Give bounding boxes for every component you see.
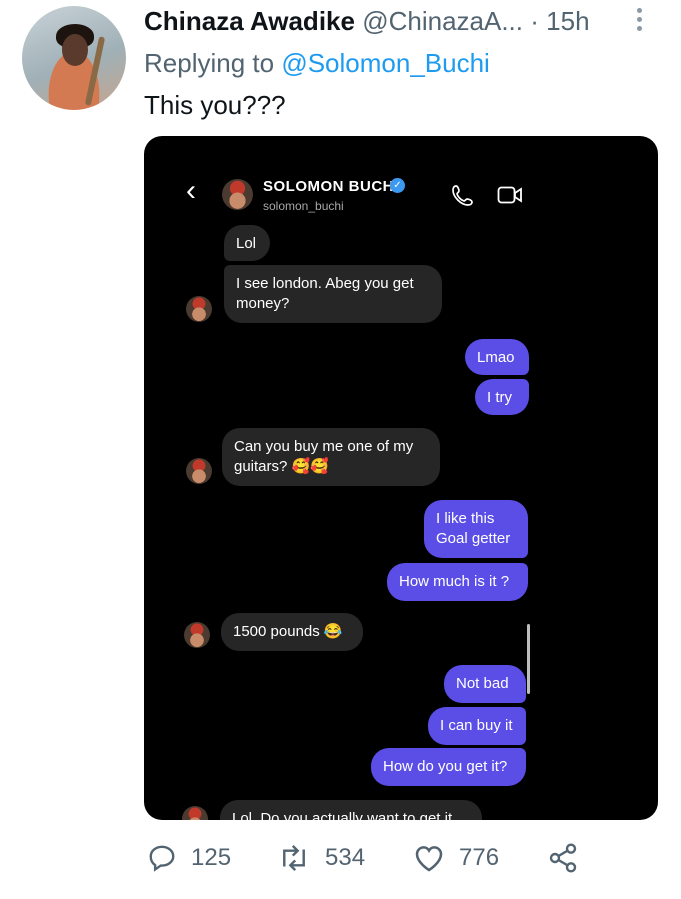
chat-message-in: Lol. Do you actually want to get it <box>220 800 482 820</box>
like-button[interactable]: 776 <box>413 838 499 878</box>
chat-scrollbar[interactable] <box>527 624 530 694</box>
chat-message-out: How do you get it? <box>371 748 526 786</box>
back-chevron-icon: ‹ <box>186 174 196 207</box>
message-sender-avatar <box>182 806 208 820</box>
chat-message-out: How much is it ? <box>387 563 528 601</box>
chat-message-out: Not bad <box>444 665 526 703</box>
message-sender-avatar <box>186 458 212 484</box>
chat-contact-avatar <box>222 179 253 210</box>
like-icon <box>415 846 443 872</box>
retweet-icon <box>283 844 305 872</box>
chat-message-in: Lol <box>224 225 270 261</box>
like-count: 776 <box>459 844 500 871</box>
chat-contact-name: SOLOMON BUCHI <box>263 178 399 195</box>
reply-count: 125 <box>191 844 232 871</box>
chat-message-in: I see london. Abeg you get money? <box>224 265 442 323</box>
separator-dot: · <box>530 6 539 36</box>
reply-button[interactable]: 125 <box>147 838 231 878</box>
chat-message-in: Can you buy me one of my guitars? 🥰🥰 <box>222 428 440 486</box>
replying-to-line: Replying to @Solomon_Buchi <box>144 46 490 80</box>
message-sender-avatar <box>186 296 212 322</box>
message-sender-avatar <box>184 622 210 648</box>
author-avatar[interactable] <box>22 6 126 110</box>
video-camera-icon <box>497 186 522 204</box>
retweet-button[interactable]: 534 <box>277 838 365 878</box>
chat-message-in: 1500 pounds 😂 <box>221 613 363 651</box>
author-name[interactable]: Chinaza Awadike <box>144 6 355 36</box>
share-icon <box>549 843 577 873</box>
chat-contact-username: solomon_buchi <box>263 199 344 213</box>
kebab-menu-icon[interactable] <box>637 8 643 34</box>
tweet-timestamp[interactable]: 15h <box>546 6 589 36</box>
tweet-text: This you??? <box>144 90 286 120</box>
phone-icon <box>452 185 473 206</box>
verified-badge-icon: ✓ <box>390 178 405 193</box>
share-button[interactable] <box>547 838 579 878</box>
chat-message-out: I like this Goal getter <box>424 500 528 558</box>
chat-message-out: I can buy it <box>428 707 526 745</box>
attached-chat-screenshot[interactable]: ‹ SOLOMON BUCHI ✓ solomon_buchi Lol I se… <box>144 136 658 820</box>
reply-icon <box>149 845 175 872</box>
mention-link[interactable]: @Solomon_Buchi <box>281 48 490 78</box>
replying-prefix: Replying to <box>144 48 275 78</box>
retweet-count: 534 <box>325 844 366 871</box>
chat-message-out: I try <box>475 379 529 415</box>
author-handle[interactable]: @ChinazaA... <box>362 6 523 36</box>
tweet-author-line: Chinaza Awadike @ChinazaA... · 15h <box>144 4 590 38</box>
chat-message-out: Lmao <box>465 339 529 375</box>
